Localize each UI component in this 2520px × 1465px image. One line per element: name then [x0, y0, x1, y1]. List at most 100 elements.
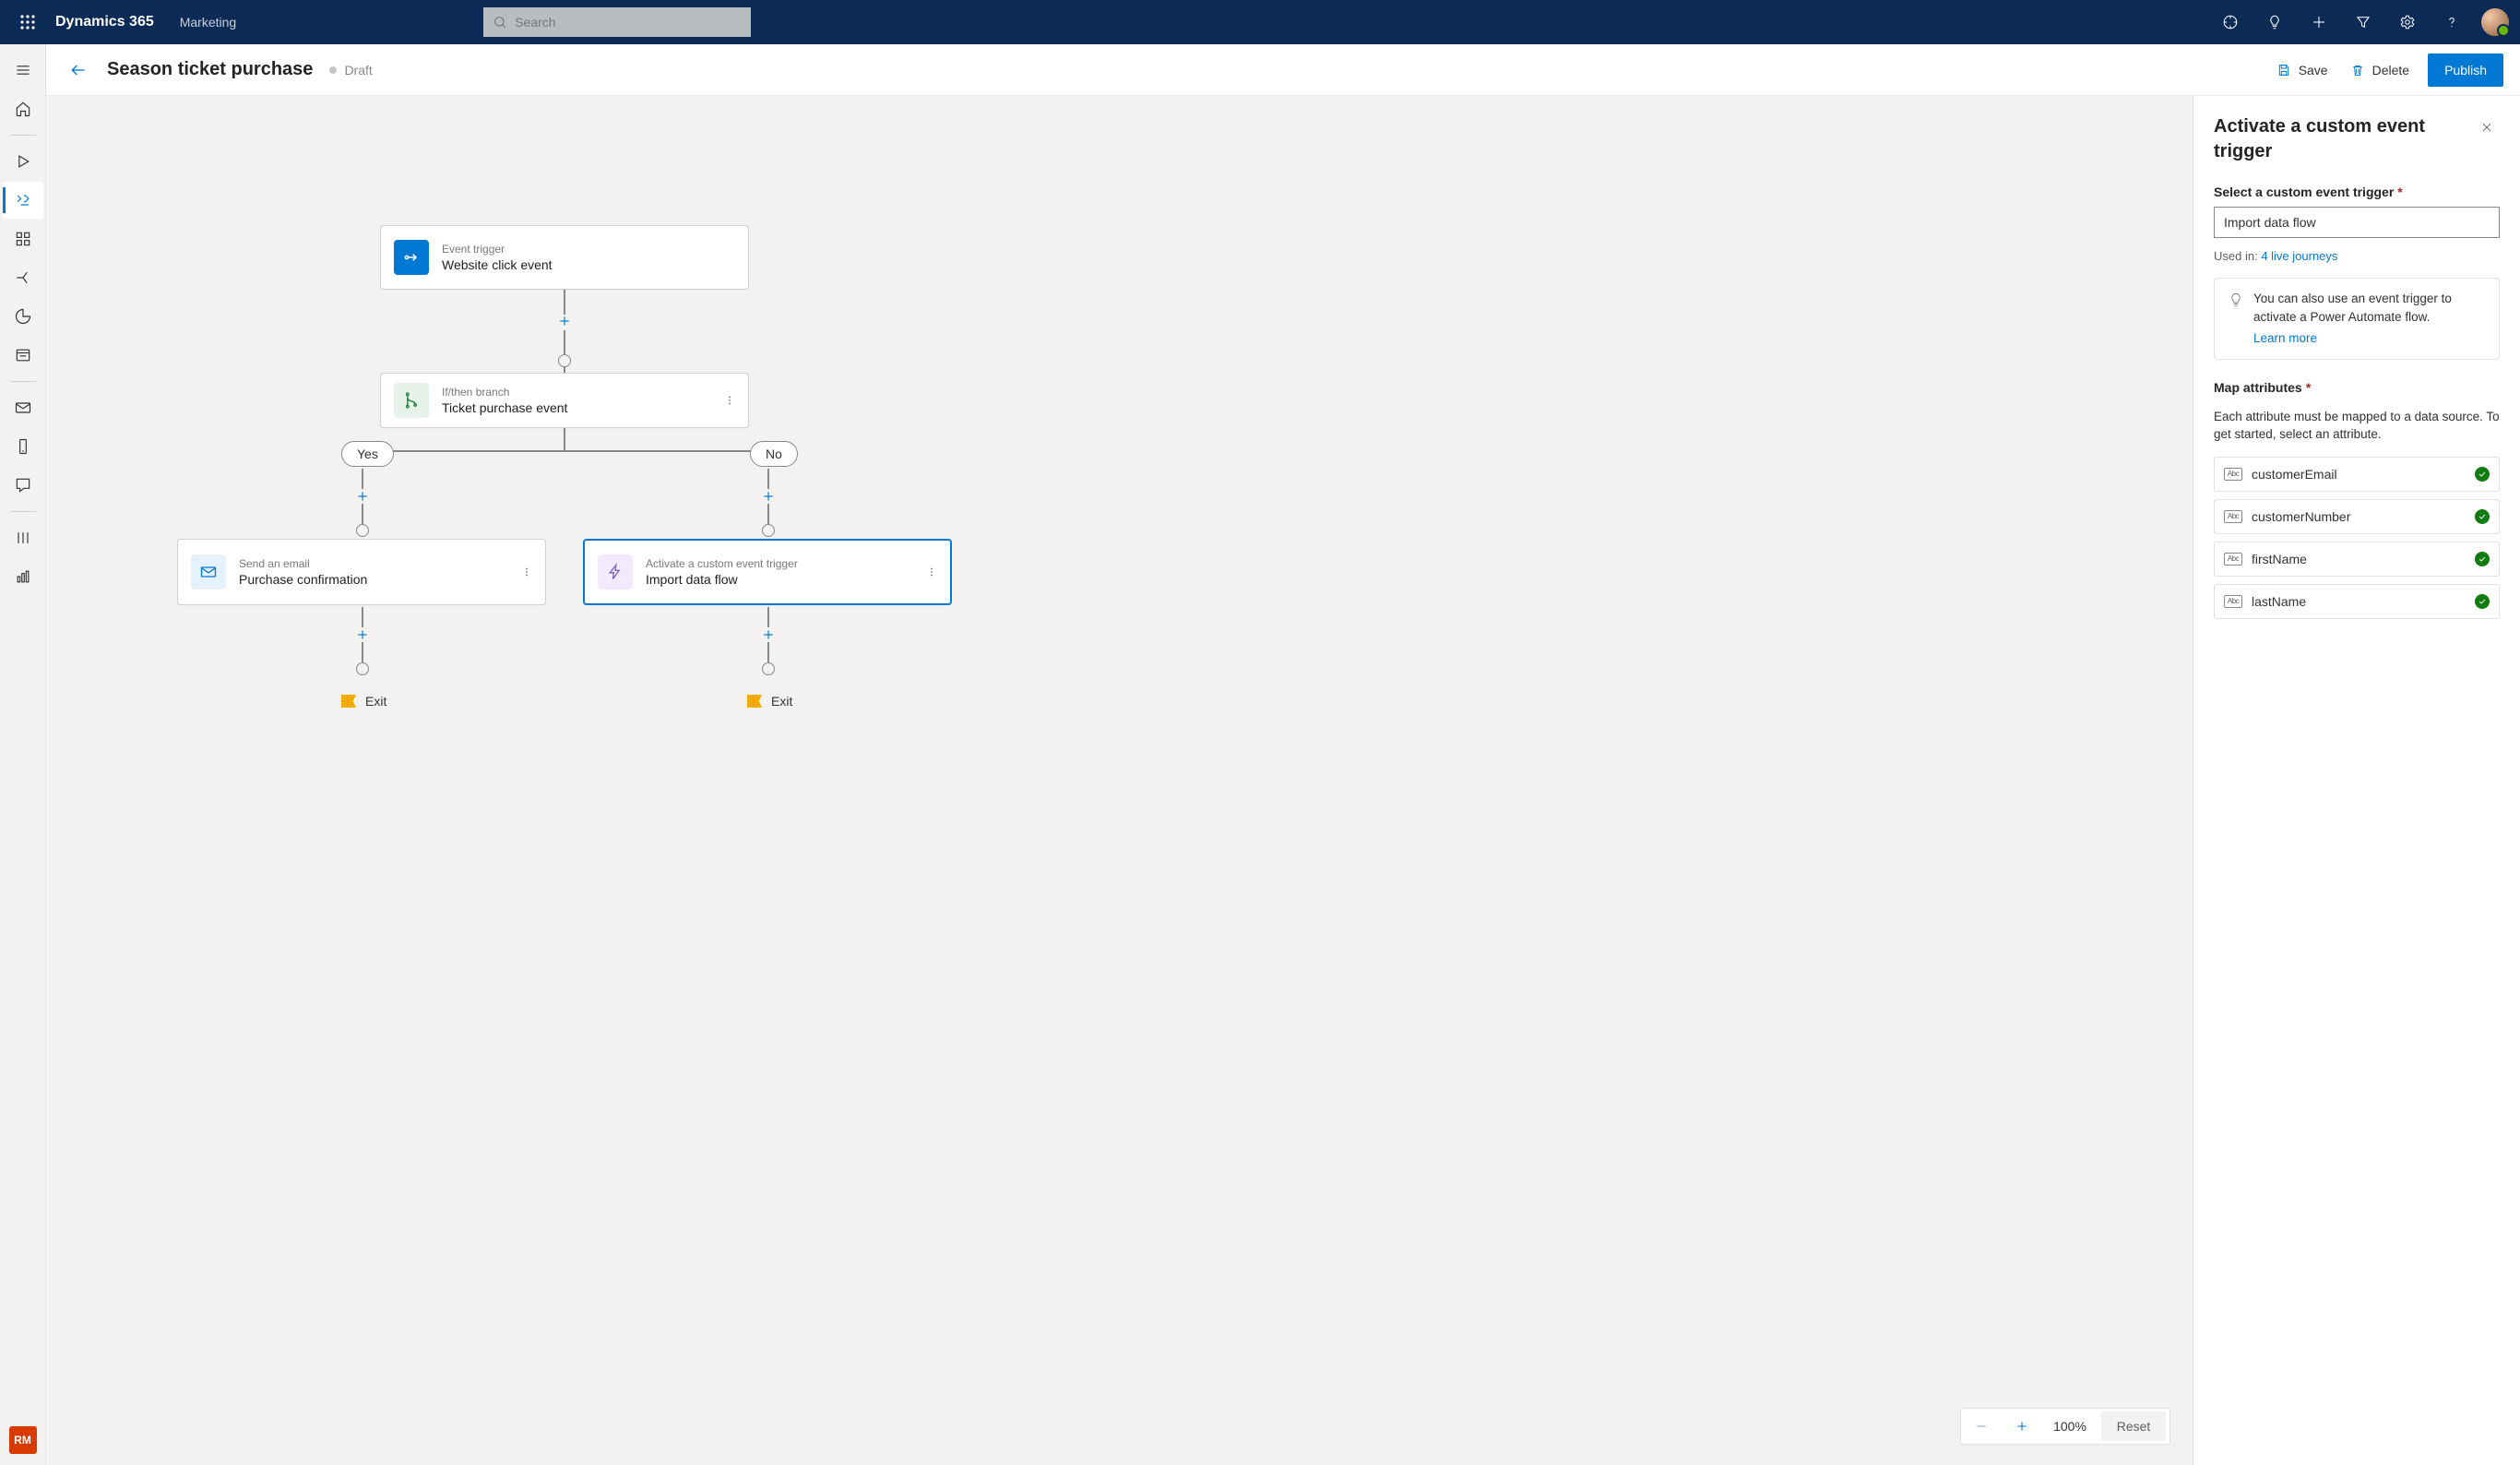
node-title: Purchase confirmation	[239, 572, 367, 587]
bolt-icon	[598, 554, 633, 590]
flag-icon	[341, 695, 356, 708]
status-text: Draft	[344, 63, 372, 77]
text-type-icon: Abc	[2224, 510, 2242, 523]
branch-yes-label: Yes	[341, 441, 394, 467]
nav-home[interactable]	[3, 90, 43, 127]
branch-icon	[394, 383, 429, 418]
node-label: Send an email	[239, 557, 367, 570]
panel-close-button[interactable]	[2474, 114, 2500, 140]
nav-separator	[10, 381, 36, 382]
node-branch[interactable]: If/then branch Ticket purchase event	[380, 373, 749, 428]
node-title: Ticket purchase event	[442, 400, 567, 415]
nav-segments[interactable]	[3, 220, 43, 257]
nav-triggers[interactable]	[3, 259, 43, 296]
nav-columns[interactable]	[3, 519, 43, 556]
back-button[interactable]	[63, 54, 94, 86]
tip-text: You can also use an event trigger to act…	[2253, 292, 2452, 324]
nav-bars[interactable]	[3, 558, 43, 595]
node-more-icon[interactable]	[516, 561, 538, 583]
trash-icon	[2350, 63, 2365, 77]
attribute-row[interactable]: Abc customerEmail	[2214, 457, 2500, 492]
lightbulb-icon[interactable]	[2254, 0, 2295, 44]
add-step-button[interactable]	[353, 487, 372, 506]
zoom-out-button[interactable]	[1961, 1408, 2002, 1445]
select-trigger-input[interactable]	[2214, 207, 2500, 238]
tip-box: You can also use an event trigger to act…	[2214, 278, 2500, 360]
map-attributes-sub: Each attribute must be mapped to a data …	[2214, 408, 2500, 444]
used-in-text: Used in: 4 live journeys	[2214, 249, 2500, 263]
zoom-reset-button[interactable]: Reset	[2101, 1411, 2166, 1441]
properties-panel: Activate a custom event trigger Select a…	[2193, 96, 2520, 1465]
user-avatar[interactable]	[2481, 8, 2509, 36]
node-label: Event trigger	[442, 243, 553, 256]
exit-no: Exit	[747, 694, 792, 709]
nav-forms[interactable]	[3, 337, 43, 374]
text-type-icon: Abc	[2224, 553, 2242, 566]
attribute-list: Abc customerEmail Abc customerNumber Abc…	[2214, 457, 2500, 619]
node-more-icon[interactable]	[719, 389, 741, 411]
nav-journeys[interactable]	[3, 182, 43, 219]
add-step-button[interactable]	[555, 312, 574, 330]
journey-canvas[interactable]: Event trigger Website click event If/the…	[46, 96, 2193, 1465]
node-more-icon[interactable]	[921, 561, 943, 583]
attribute-row[interactable]: Abc firstName	[2214, 542, 2500, 577]
nav-separator	[10, 511, 36, 512]
zoom-in-button[interactable]	[2002, 1408, 2042, 1445]
nav-chat[interactable]	[3, 467, 43, 504]
save-label: Save	[2299, 63, 2328, 77]
mapped-ok-icon	[2475, 509, 2490, 524]
attribute-name: firstName	[2252, 552, 2466, 566]
panel-title: Activate a custom event trigger	[2214, 114, 2454, 164]
nav-email[interactable]	[3, 389, 43, 426]
save-button[interactable]: Save	[2265, 54, 2339, 86]
delete-label: Delete	[2372, 63, 2409, 77]
app-launcher-icon[interactable]	[11, 6, 44, 39]
header-actions	[2210, 0, 2509, 44]
nav-analytics[interactable]	[3, 298, 43, 335]
select-trigger-label: Select a custom event trigger*	[2214, 185, 2500, 199]
search-input[interactable]	[515, 15, 742, 30]
global-search[interactable]	[483, 7, 751, 37]
help-icon[interactable]	[2431, 0, 2472, 44]
node-custom-trigger[interactable]: Activate a custom event trigger Import d…	[583, 539, 952, 605]
status-indicator-icon	[329, 66, 337, 74]
nav-mobile[interactable]	[3, 428, 43, 465]
mapped-ok-icon	[2475, 594, 2490, 609]
node-label: Activate a custom event trigger	[646, 557, 798, 570]
exit-yes: Exit	[341, 694, 386, 709]
publish-button[interactable]: Publish	[2428, 54, 2503, 87]
publish-label: Publish	[2444, 63, 2487, 77]
global-header: Dynamics 365 Marketing	[0, 0, 2520, 44]
nav-play[interactable]	[3, 143, 43, 180]
lightbulb-icon	[2228, 292, 2244, 308]
email-icon	[191, 554, 226, 590]
page-title: Season ticket purchase	[107, 59, 313, 80]
text-type-icon: Abc	[2224, 595, 2242, 608]
add-icon[interactable]	[2299, 0, 2339, 44]
target-icon[interactable]	[2210, 0, 2251, 44]
add-step-button[interactable]	[759, 487, 778, 506]
used-in-link[interactable]: 4 live journeys	[2261, 249, 2337, 263]
search-icon	[493, 15, 507, 30]
attribute-name: lastName	[2252, 594, 2466, 609]
attribute-row[interactable]: Abc customerNumber	[2214, 499, 2500, 534]
node-send-email[interactable]: Send an email Purchase confirmation	[177, 539, 546, 605]
brand-title: Dynamics 365	[55, 14, 154, 30]
zoom-value: 100%	[2042, 1419, 2098, 1434]
attribute-row[interactable]: Abc lastName	[2214, 584, 2500, 619]
nav-hamburger[interactable]	[3, 52, 43, 89]
filter-icon[interactable]	[2343, 0, 2383, 44]
settings-icon[interactable]	[2387, 0, 2428, 44]
save-icon	[2276, 63, 2291, 77]
persona-badge[interactable]: RM	[9, 1426, 37, 1454]
add-step-button[interactable]	[759, 625, 778, 644]
add-step-button[interactable]	[353, 625, 372, 644]
text-type-icon: Abc	[2224, 468, 2242, 481]
flag-icon	[747, 695, 762, 708]
tip-learn-more-link[interactable]: Learn more	[2253, 329, 2317, 348]
node-event-trigger[interactable]: Event trigger Website click event	[380, 225, 749, 290]
delete-button[interactable]: Delete	[2339, 54, 2420, 86]
attribute-name: customerEmail	[2252, 467, 2466, 482]
page-header: Season ticket purchase Draft Save Delete…	[46, 44, 2520, 96]
mapped-ok-icon	[2475, 552, 2490, 566]
